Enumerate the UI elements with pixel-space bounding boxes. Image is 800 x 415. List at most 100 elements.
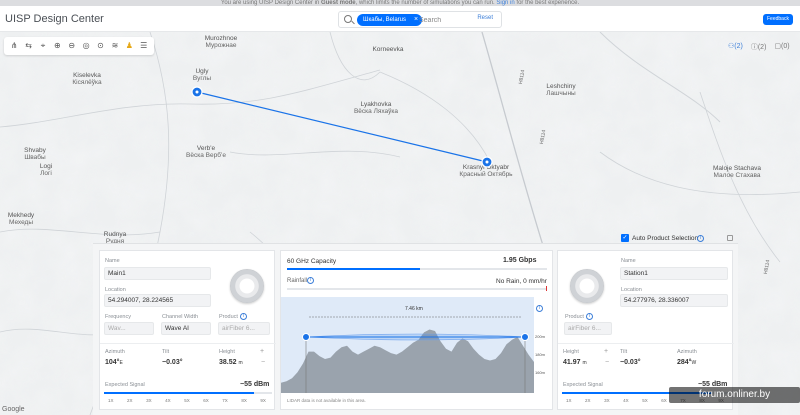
signal-level-bar (104, 392, 254, 394)
signal-tick: 9X (260, 398, 266, 403)
azimuth-value[interactable]: 104°E (105, 359, 123, 366)
frequency-label: Frequency (105, 314, 131, 320)
decrement-icon[interactable]: − (261, 359, 265, 366)
device-b-location-field[interactable]: 54.277976, 28.336007 (620, 294, 728, 307)
profile-label: 200m (535, 334, 546, 339)
channel-width-label: Channel Width (162, 314, 199, 320)
antenna-image (570, 269, 604, 303)
place-murozhnoe: Murozhnoe Мурожнае (204, 35, 238, 49)
capacity-label: 60 GHz Capacity (287, 258, 337, 265)
info-icon[interactable]: i (307, 277, 314, 284)
rainfall-label: Rainfall (287, 278, 308, 284)
layers-icon[interactable]: ≋ (110, 41, 120, 51)
channel-width-select[interactable]: Wave AI (161, 322, 211, 335)
map-toolbar: ⋔ ⇆ ⌖ ⊕ ⊖ ◎ ⊙ ≋ ♟ ☰ (4, 37, 154, 55)
location-label: Location (105, 287, 126, 293)
device-a-marker[interactable] (191, 86, 203, 98)
place-leshchiny: Leshchiny Лашчыны (546, 83, 576, 97)
profile-label: 180m (535, 352, 546, 357)
device-a-location-field[interactable]: 54.294007, 28.224565 (104, 294, 211, 307)
device-b-endpoint (521, 333, 529, 341)
capacity-value: 1.95 Gbps (503, 257, 537, 264)
signal-tick: 6X (203, 398, 209, 403)
frequency-select[interactable]: Wav... (104, 322, 154, 335)
rainfall-value[interactable]: No Rain, 0 mm/hr (496, 278, 547, 285)
product-label: Product (565, 314, 584, 320)
signal-ticks: 1X 2X 3X 4X 5X 6X 7X 8X 9X (108, 398, 266, 403)
signal-tick: 4X (165, 398, 171, 403)
location-label: Location (621, 287, 642, 293)
auto-selection-checkbox[interactable]: ✓ (621, 234, 629, 242)
increment-icon[interactable]: + (604, 348, 608, 355)
signal-tick: 1X (108, 398, 114, 403)
height-value[interactable]: 41.97 m (563, 359, 587, 366)
device-b-marker[interactable] (481, 156, 493, 168)
locate-icon[interactable]: ◎ (81, 41, 91, 51)
crosshair-icon[interactable]: ⊙ (96, 41, 106, 51)
height-label: Height (563, 349, 579, 355)
header: UISP Design Center Шкабы, Belarus × Reset… (0, 6, 800, 32)
device-b-card: Name Station1 Location 54.277976, 28.336… (557, 250, 734, 410)
place-lyakhovka: Lyakhovka Вёска Ляхаўка (353, 101, 399, 115)
zoom-in-icon[interactable]: ⊕ (52, 41, 62, 51)
rainfall-track (287, 288, 547, 290)
map-right-tools: ⚇(2) ⓘ(2) ▢(0) (728, 42, 790, 52)
signal-tick: 5X (642, 398, 648, 403)
link-icon[interactable]: ⇆ (24, 41, 34, 51)
signal-tick: 2X (127, 398, 133, 403)
device-a-endpoint (302, 333, 310, 341)
tilt-label: Tilt (620, 349, 628, 355)
azimuth-label: Azimuth (677, 349, 697, 355)
place-kiselevka: Kiselevka Кiсялёўка (72, 72, 102, 86)
help-icon[interactable]: ⓘ(2) (751, 42, 767, 52)
tower-icon[interactable]: ⌖ (38, 41, 48, 51)
capacity-bar (287, 268, 420, 270)
info-icon[interactable]: i (697, 235, 704, 242)
dock-icon[interactable] (727, 235, 733, 241)
height-label: Height (219, 349, 235, 355)
info-icon[interactable]: i (240, 313, 247, 320)
search-icon (344, 15, 352, 23)
watermark: forum.onliner.by (669, 387, 800, 403)
name-label: Name (105, 258, 120, 264)
info-icon[interactable]: i (586, 313, 593, 320)
zoom-out-icon[interactable]: ⊖ (67, 41, 77, 51)
height-value[interactable]: 38.52 m (219, 359, 243, 366)
azimuth-label: Azimuth (105, 349, 125, 355)
reset-link[interactable]: Reset (477, 15, 493, 21)
pegman-icon[interactable]: ♟ (124, 41, 134, 51)
tilt-value[interactable]: −0.03° (162, 359, 183, 366)
tilt-label: Tilt (162, 349, 170, 355)
signal-tick: 8X (241, 398, 247, 403)
lidar-note: LIDAR data is not available in this area… (287, 398, 366, 403)
product-select[interactable]: airFiber 6... (218, 322, 270, 335)
location-chip-label: Шкабы, Belarus (363, 17, 407, 23)
increment-icon[interactable]: + (260, 348, 264, 355)
devices-icon[interactable]: ⚇(2) (728, 42, 743, 52)
signal-tick: 5X (184, 398, 190, 403)
auto-selection-label: Auto Product Selection (632, 235, 699, 242)
profile-label: 160m (535, 370, 546, 375)
topology-icon[interactable]: ⋔ (9, 41, 19, 51)
signal-tick: 6X (661, 398, 667, 403)
link-distance: 7.46 km (405, 306, 423, 312)
product-select[interactable]: airFiber 6... (564, 322, 612, 335)
settings-icon[interactable]: ☰ (139, 41, 149, 51)
device-a-name-field[interactable]: Main1 (104, 267, 211, 280)
info-icon[interactable]: i (536, 305, 543, 312)
box-icon[interactable]: ▢(0) (774, 42, 789, 52)
close-icon[interactable]: × (414, 14, 418, 26)
search-box[interactable]: Шкабы, Belarus × Reset (338, 11, 502, 28)
signal-tick: 3X (146, 398, 152, 403)
device-b-name-field[interactable]: Station1 (620, 267, 728, 280)
place-ugly: Ugly Вуглы (192, 68, 212, 82)
tilt-value[interactable]: −0.03° (620, 359, 641, 366)
decrement-icon[interactable]: − (605, 359, 609, 366)
expected-signal-value: −55 dBm (240, 381, 270, 388)
signal-tick: 7X (222, 398, 228, 403)
azimuth-value[interactable]: 284°W (677, 359, 696, 366)
feedback-button[interactable]: Feedback (763, 14, 793, 25)
location-chip[interactable]: Шкабы, Belarus × (357, 14, 423, 26)
expected-signal-label: Expected Signal (105, 382, 145, 388)
search-input[interactable] (419, 14, 479, 26)
